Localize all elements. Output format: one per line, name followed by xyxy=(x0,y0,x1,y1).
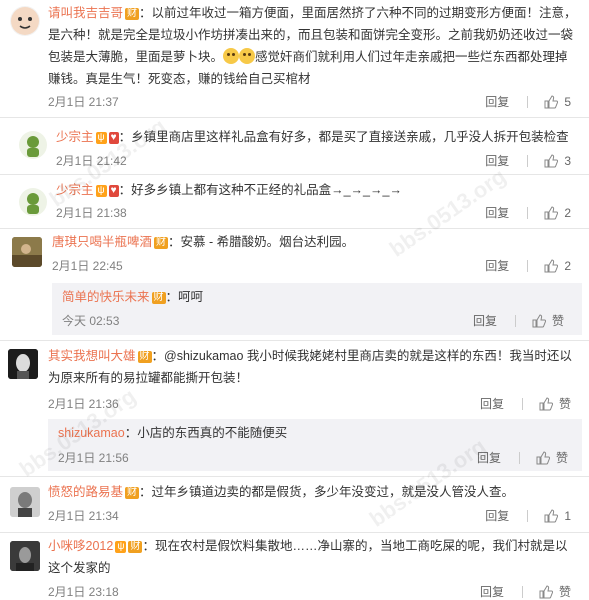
thumbs-up-icon xyxy=(544,508,559,522)
thumbs-up-icon xyxy=(536,450,550,464)
comment-item: 请叫我吉吉哥财：以前过年收过一箱方便面，里面居然挤了六种不同的过期变形方便面！注… xyxy=(0,0,589,118)
reply-button[interactable]: 回复 xyxy=(485,93,509,110)
like-button[interactable]: 赞 xyxy=(539,395,571,412)
timestamp: 2月1日 21:38 xyxy=(56,206,127,220)
fortune-badge: 财 xyxy=(128,541,143,553)
like-count: 3 xyxy=(564,153,571,168)
username[interactable]: 少宗主 xyxy=(56,183,94,197)
avatar[interactable] xyxy=(10,6,40,36)
comment-text: ：小店的东西真的不能随便买 xyxy=(124,426,288,440)
timestamp: 2月1日 23:18 xyxy=(48,585,119,599)
comment-text: ：乡镇里商店里这样礼品盒有好多，都是买了直接送亲戚，几乎没人拆开包装检查 xyxy=(118,130,569,144)
like-label: 赞 xyxy=(558,397,571,411)
thumbs-up-icon xyxy=(539,396,553,410)
timestamp: 2月1日 21:34 xyxy=(48,509,119,523)
fortune-badge: 财 xyxy=(154,237,169,249)
divider xyxy=(527,154,529,167)
sub-reply: shizukamao：小店的东西真的不能随便买 2月1日 21:56 回复 赞 xyxy=(48,419,582,471)
comment-feed: 请叫我吉吉哥财：以前过年收过一箱方便面，里面居然挤了六种不同的过期变形方便面！注… xyxy=(0,0,589,599)
reply-button[interactable]: 回复 xyxy=(477,449,501,466)
comment-item: 愤怒的路易基财：过年乡镇道边卖的都是假货，多少年没变过，就是没人管没人查。 2月… xyxy=(0,477,589,532)
like-count: 5 xyxy=(564,94,571,109)
reply-button[interactable]: 回复 xyxy=(485,152,509,169)
divider xyxy=(527,259,529,272)
reply-button[interactable]: 回复 xyxy=(485,204,509,221)
thumbs-up-icon xyxy=(544,94,559,108)
timestamp: 2月1日 21:56 xyxy=(58,451,129,465)
like-button[interactable]: 2 xyxy=(544,206,571,220)
username[interactable]: 小咪哆2012 xyxy=(48,539,113,553)
heart-badge-icon: ♥ xyxy=(108,185,119,197)
fortune-badge: 财 xyxy=(125,487,140,499)
divider xyxy=(518,451,520,464)
username[interactable]: 请叫我吉吉哥 xyxy=(48,6,123,20)
comment-text: ：呵呵 xyxy=(165,290,204,304)
laughing-emoji-icon xyxy=(223,48,240,64)
like-button[interactable]: 赞 xyxy=(532,312,564,329)
username[interactable]: 愤怒的路易基 xyxy=(48,485,123,499)
divider xyxy=(521,585,523,598)
like-label: 赞 xyxy=(551,314,564,328)
thumbs-up-icon xyxy=(532,313,546,327)
sub-reply: 简单的快乐未来财：呵呵 今天 02:53 回复 赞 xyxy=(52,283,582,335)
avatar[interactable] xyxy=(12,237,42,267)
like-button[interactable]: 5 xyxy=(544,95,571,109)
comment-item: 小咪哆2012 ψ 财：现在农村是假饮料集散地……净山寨的，当地工商吃屎的呢，我们村… xyxy=(0,533,589,599)
avatar[interactable] xyxy=(10,487,40,517)
comment-item: 少宗主 ψ ♥ ：好多乡镇上都有这种不正经的礼品盒→_→_→_→ 2月1日 21:38… xyxy=(0,175,589,228)
reply-button[interactable]: 回复 xyxy=(485,257,509,274)
fortune-badge: 财 xyxy=(125,8,140,20)
divider xyxy=(527,206,529,219)
fan-badge-icon: ψ xyxy=(95,185,107,197)
like-button[interactable]: 赞 xyxy=(536,449,568,466)
heart-badge-icon: ♥ xyxy=(108,132,119,144)
reply-button[interactable]: 回复 xyxy=(480,395,504,412)
like-button[interactable]: 3 xyxy=(544,154,571,168)
reply-button[interactable]: 回复 xyxy=(485,507,509,524)
username[interactable]: 其实我想叫大雄 xyxy=(48,349,136,363)
fan-badge-icon: ψ xyxy=(95,132,107,144)
comment-text: ：安慕 - 希腊酸奶。烟台达利园。 xyxy=(168,235,355,249)
divider xyxy=(514,314,516,327)
comment-item: 其实我想叫大雄财：@shizukamao 我小时候我姥姥村里商店卖的就是这样的东… xyxy=(0,341,589,476)
timestamp: 2月1日 21:37 xyxy=(48,95,119,109)
like-label: 赞 xyxy=(558,585,571,599)
comment-item: 唐琪只喝半瓶啤酒财：安慕 - 希腊酸奶。烟台达利园。 2月1日 22:45 回复… xyxy=(0,229,589,341)
thumbs-up-icon xyxy=(544,153,559,167)
divider xyxy=(521,397,523,410)
avatar[interactable] xyxy=(18,187,48,217)
thumbs-up-icon xyxy=(544,205,559,219)
username[interactable]: 简单的快乐未来 xyxy=(62,290,150,304)
laughing-emoji-icon xyxy=(239,48,256,64)
like-count: 2 xyxy=(564,205,571,220)
divider xyxy=(527,95,529,108)
timestamp: 2月1日 22:45 xyxy=(52,259,123,273)
timestamp: 2月1日 21:42 xyxy=(56,154,127,168)
like-button[interactable]: 1 xyxy=(544,509,571,523)
reply-button[interactable]: 回复 xyxy=(473,312,497,329)
avatar[interactable] xyxy=(8,349,38,379)
fortune-badge: 财 xyxy=(151,292,166,304)
like-button[interactable]: 赞 xyxy=(539,583,571,600)
comment-text: ：过年乡镇道边卖的都是假货，多少年没变过，就是没人管没人查。 xyxy=(139,485,515,499)
fan-badge-icon: ψ xyxy=(115,541,127,553)
username[interactable]: 少宗主 xyxy=(56,130,94,144)
avatar[interactable] xyxy=(10,541,40,571)
like-count: 2 xyxy=(564,258,571,273)
comment-text: ：好多乡镇上都有这种不正经的礼品盒→_→_→_→ xyxy=(118,183,402,197)
like-count: 1 xyxy=(564,508,571,523)
timestamp: 今天 02:53 xyxy=(62,314,120,328)
thumbs-up-icon xyxy=(544,258,559,272)
like-label: 赞 xyxy=(555,451,568,465)
timestamp: 2月1日 21:36 xyxy=(48,397,119,411)
avatar[interactable] xyxy=(18,130,48,160)
comment-item: 少宗主 ψ ♥ ：乡镇里商店里这样礼品盒有好多，都是买了直接送亲戚，几乎没人拆开包装检… xyxy=(0,118,589,175)
fortune-badge: 财 xyxy=(137,351,152,363)
thumbs-up-icon xyxy=(539,584,553,598)
username[interactable]: shizukamao xyxy=(58,426,125,440)
divider xyxy=(527,509,529,522)
reply-button[interactable]: 回复 xyxy=(480,583,504,600)
like-button[interactable]: 2 xyxy=(544,259,571,273)
username[interactable]: 唐琪只喝半瓶啤酒 xyxy=(52,235,152,249)
